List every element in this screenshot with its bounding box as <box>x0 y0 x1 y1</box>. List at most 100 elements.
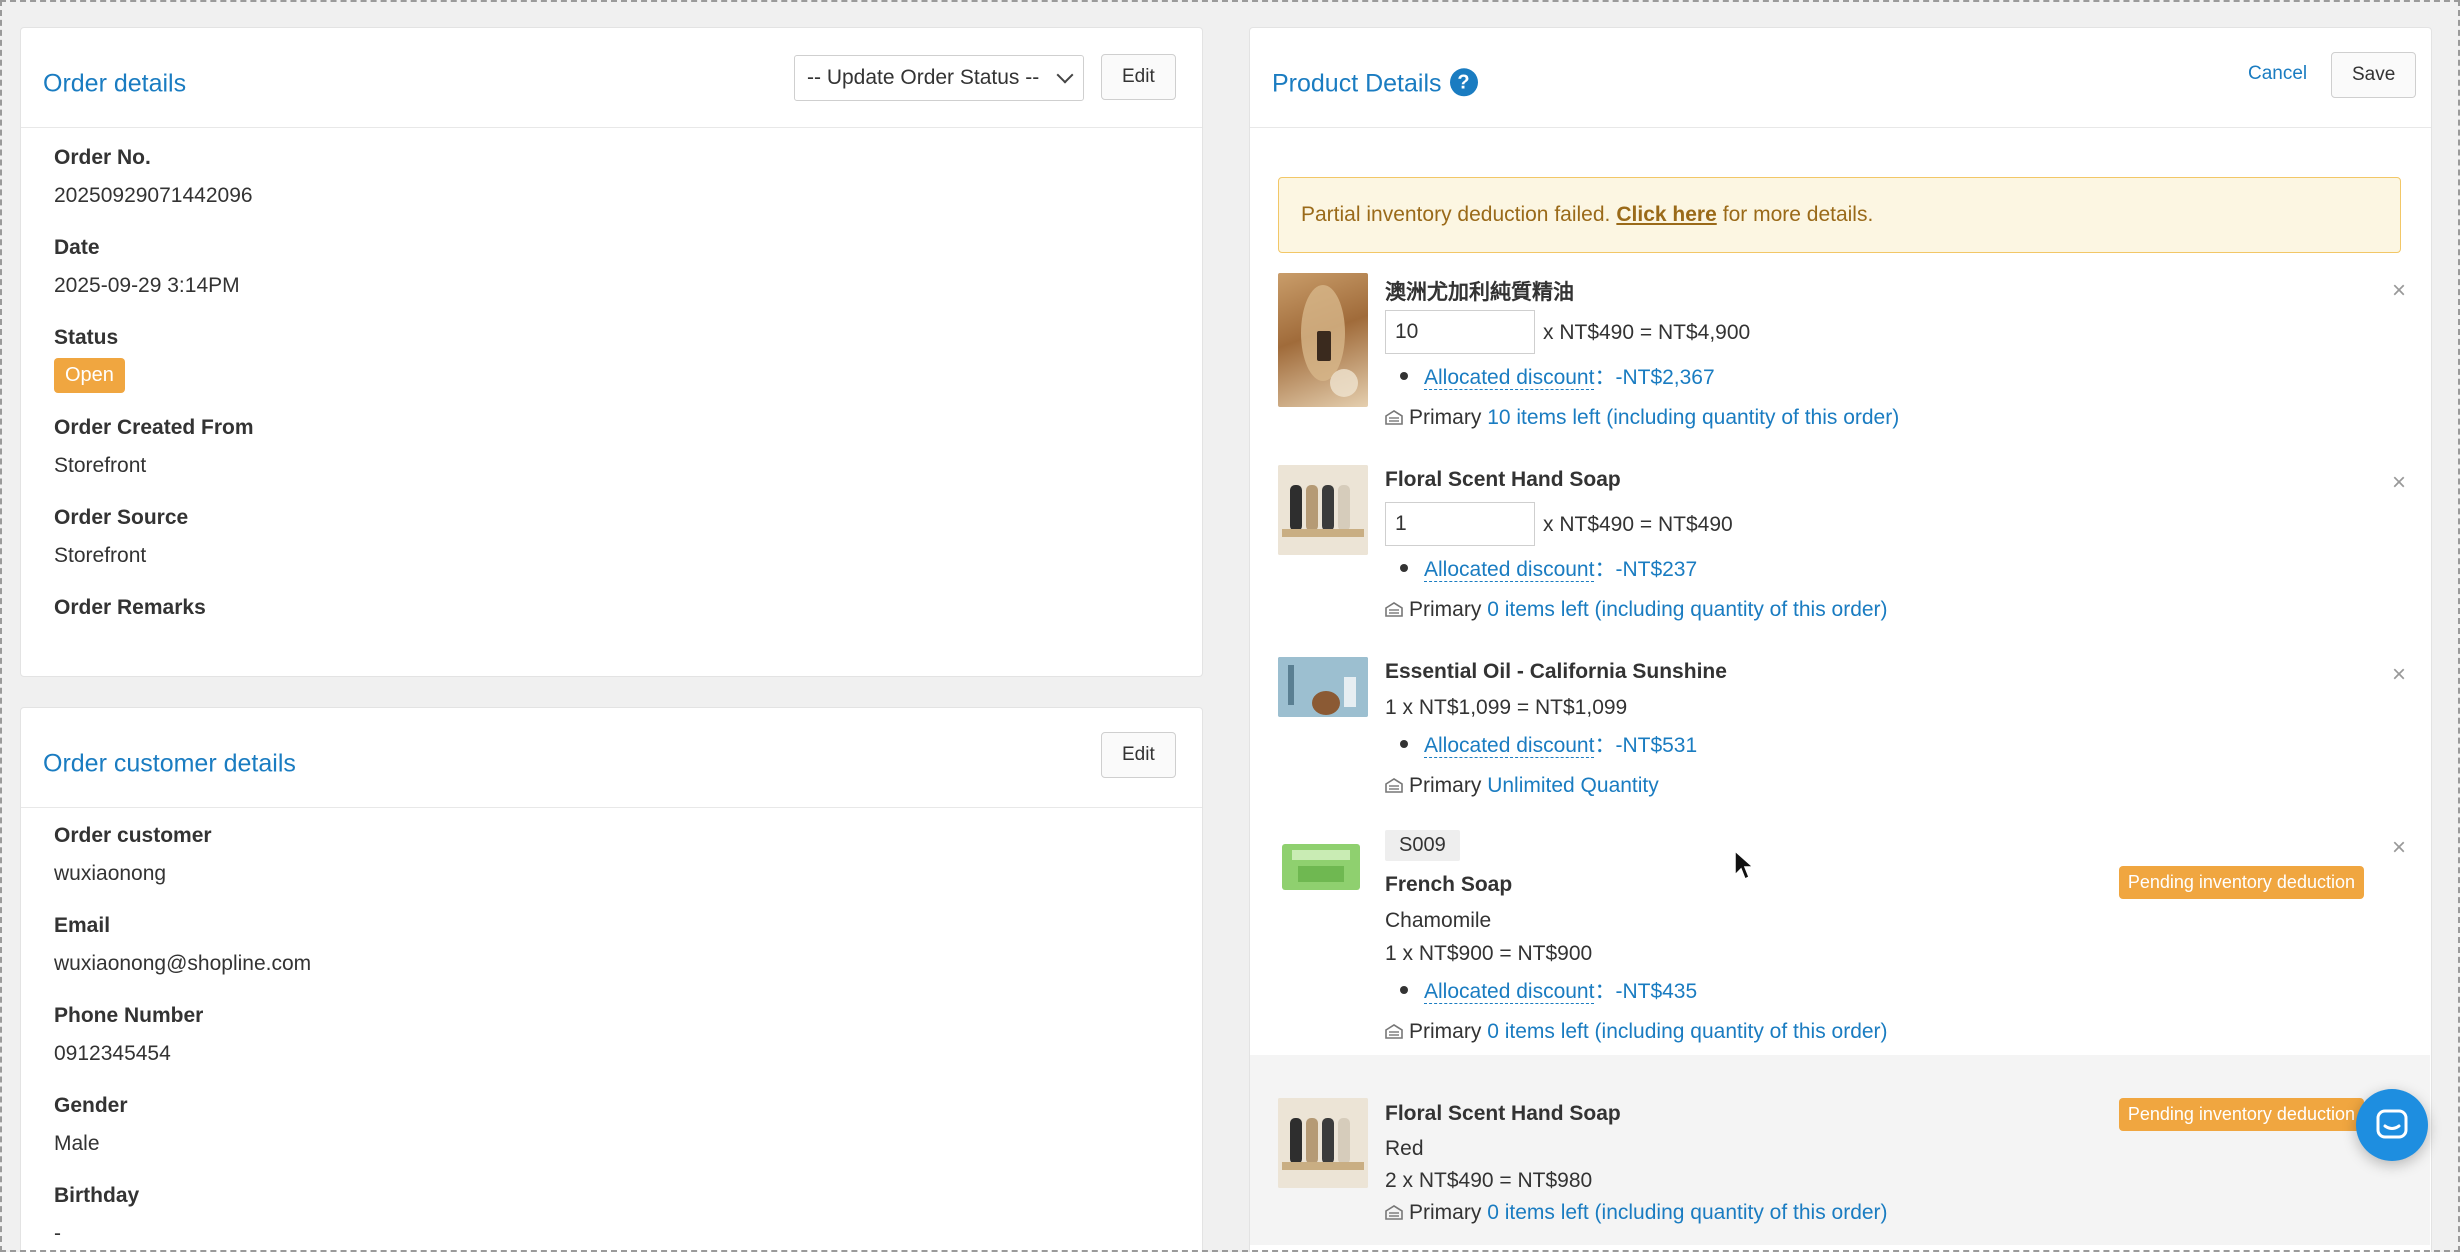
remove-item-icon[interactable]: × <box>2392 836 2406 860</box>
cancel-button[interactable]: Cancel <box>2248 63 2307 85</box>
save-button[interactable]: Save <box>2331 52 2417 98</box>
stock-line: Primary 0 items left (including quantity… <box>1385 1201 1888 1225</box>
product-thumbnail <box>1278 273 1368 407</box>
email-value: wuxiaonong@shopline.com <box>54 952 312 975</box>
soap-image <box>1278 465 1368 555</box>
allocated-discount-link[interactable]: Allocated discount <box>1424 734 1595 758</box>
warehouse-name: Primary <box>1409 406 1482 429</box>
product-item: S009 French Soap Chamomile 1 x NT$900 = … <box>1250 830 2430 1060</box>
remove-item-icon[interactable]: × <box>2392 663 2406 687</box>
update-order-status-select[interactable]: -- Update Order Status -- <box>794 55 1084 101</box>
discount-value: ：-NT$237 <box>1594 558 1698 581</box>
warehouse-name: Primary <box>1409 598 1482 621</box>
stock-count-link[interactable]: 0 items left (including quantity of this… <box>1487 1201 1887 1224</box>
sku-tag: S009 <box>1385 830 1460 861</box>
allocated-discount: Allocated discount：-NT$237 <box>1400 553 1697 583</box>
birthday-label: Birthday <box>54 1184 140 1207</box>
variant-label: Red <box>1385 1137 1424 1160</box>
product-item: Essential Oil - California Sunshine 1 x … <box>1250 657 2430 827</box>
status-label: Status <box>54 326 119 349</box>
remove-item-icon[interactable]: × <box>2392 471 2406 495</box>
bullet-icon <box>1400 372 1408 381</box>
order-details-title: Order details <box>43 69 187 98</box>
allocated-discount: Allocated discount：-NT$531 <box>1400 729 1697 759</box>
product-details-title-text: Product Details <box>1272 69 1442 98</box>
order-details-edit-button[interactable]: Edit <box>1101 54 1176 100</box>
stock-line: Primary 0 items left (including quantity… <box>1385 1020 1888 1044</box>
alert-text: Partial inventory deduction failed. <box>1301 203 1611 226</box>
bullet-icon <box>1400 740 1408 749</box>
product-name: Essential Oil - California Sunshine <box>1385 660 1727 683</box>
order-created-from-value: Storefront <box>54 454 147 477</box>
stock-count-link[interactable]: 0 items left (including quantity of this… <box>1487 598 1887 621</box>
order-customer-value: wuxiaonong <box>54 862 167 885</box>
phone-value: 0912345454 <box>54 1042 171 1065</box>
date-label: Date <box>54 236 100 259</box>
date-value: 2025-09-29 3:14PM <box>54 274 240 297</box>
stock-count-link[interactable]: 0 items left (including quantity of this… <box>1487 1020 1887 1043</box>
gender-value: Male <box>54 1132 100 1155</box>
birthday-value: - <box>54 1222 61 1245</box>
allocated-discount: Allocated discount：-NT$435 <box>1400 975 1697 1005</box>
bullet-icon <box>1400 564 1408 573</box>
warehouse-icon <box>1385 410 1403 425</box>
allocated-discount-link[interactable]: Allocated discount <box>1424 558 1595 582</box>
price-line: x NT$490 = NT$490 <box>1543 513 1733 536</box>
remove-item-icon[interactable]: × <box>2392 279 2406 303</box>
warehouse-icon <box>1385 778 1403 793</box>
order-created-from-label: Order Created From <box>54 416 254 439</box>
stock-line: Primary 0 items left (including quantity… <box>1385 598 1888 622</box>
product-name: French Soap <box>1385 873 1513 896</box>
product-item: Floral Scent Hand Soap 1 x NT$490 = NT$4… <box>1250 465 2430 655</box>
product-item: Floral Scent Hand Soap Red 2 x NT$490 = … <box>1250 1055 2430 1245</box>
quantity-input[interactable]: 1 <box>1385 502 1535 546</box>
status-badge: Open <box>54 358 125 393</box>
product-thumbnail <box>1278 465 1368 555</box>
product-details-panel: Product Details? Cancel Save Partial inv… <box>1249 27 2432 1252</box>
quantity-input[interactable]: 10 <box>1385 310 1535 354</box>
product-name: Floral Scent Hand Soap <box>1385 1102 1621 1125</box>
customer-details-header: Order customer details Edit <box>21 708 1202 808</box>
allocated-discount-link[interactable]: Allocated discount <box>1424 980 1595 1004</box>
chevron-down-icon <box>1056 66 1074 84</box>
order-remarks-label: Order Remarks <box>54 596 206 619</box>
discount-value: ：-NT$2,367 <box>1594 366 1715 389</box>
discount-value: ：-NT$531 <box>1594 734 1698 757</box>
order-no-value: 20250929071442096 <box>54 184 253 207</box>
warehouse-icon <box>1385 1205 1403 1220</box>
pending-deduction-badge: Pending inventory deduction <box>2118 1098 2364 1131</box>
order-source-label: Order Source <box>54 506 189 529</box>
allocated-discount-link[interactable]: Allocated discount <box>1424 366 1595 390</box>
product-details-header: Product Details? Cancel Save <box>1250 28 2431 128</box>
warehouse-name: Primary <box>1409 1020 1482 1043</box>
price-line: 1 x NT$900 = NT$900 <box>1385 942 1593 965</box>
product-thumbnail <box>1278 1098 1368 1188</box>
variant-label: Chamomile <box>1385 909 1492 932</box>
stock-count-link[interactable]: Unlimited Quantity <box>1487 774 1659 797</box>
product-thumbnail <box>1278 657 1368 717</box>
product-thumbnail <box>1278 836 1368 896</box>
warehouse-icon <box>1385 1024 1403 1039</box>
order-source-value: Storefront <box>54 544 147 567</box>
order-details-panel: Order details -- Update Order Status -- … <box>20 27 1203 677</box>
stock-line: Primary Unlimited Quantity <box>1385 774 1659 798</box>
product-name: Floral Scent Hand Soap <box>1385 468 1621 491</box>
price-line: 1 x NT$1,099 = NT$1,099 <box>1385 696 1628 719</box>
warehouse-icon <box>1385 602 1403 617</box>
chat-launcher-button[interactable] <box>2356 1089 2428 1161</box>
order-no-label: Order No. <box>54 146 151 169</box>
customer-details-panel: Order customer details Edit Order custom… <box>20 707 1203 1252</box>
stock-count-link[interactable]: 10 items left (including quantity of thi… <box>1487 406 1899 429</box>
soap-image <box>1278 1098 1368 1188</box>
chat-icon <box>2376 1109 2408 1139</box>
product-item: 澳洲尤加利純質精油 10 x NT$490 = NT$4,900 Allocat… <box>1250 273 2430 463</box>
phone-label: Phone Number <box>54 1004 204 1027</box>
customer-details-edit-button[interactable]: Edit <box>1101 732 1176 778</box>
order-customer-label: Order customer <box>54 824 212 847</box>
alert-click-here-link[interactable]: Click here <box>1616 203 1716 227</box>
gender-label: Gender <box>54 1094 128 1117</box>
mouse-cursor-icon <box>1734 849 1755 881</box>
essential-oil-image <box>1278 657 1368 717</box>
price-line: 2 x NT$490 = NT$980 <box>1385 1169 1593 1192</box>
help-icon[interactable]: ? <box>1449 68 1478 97</box>
